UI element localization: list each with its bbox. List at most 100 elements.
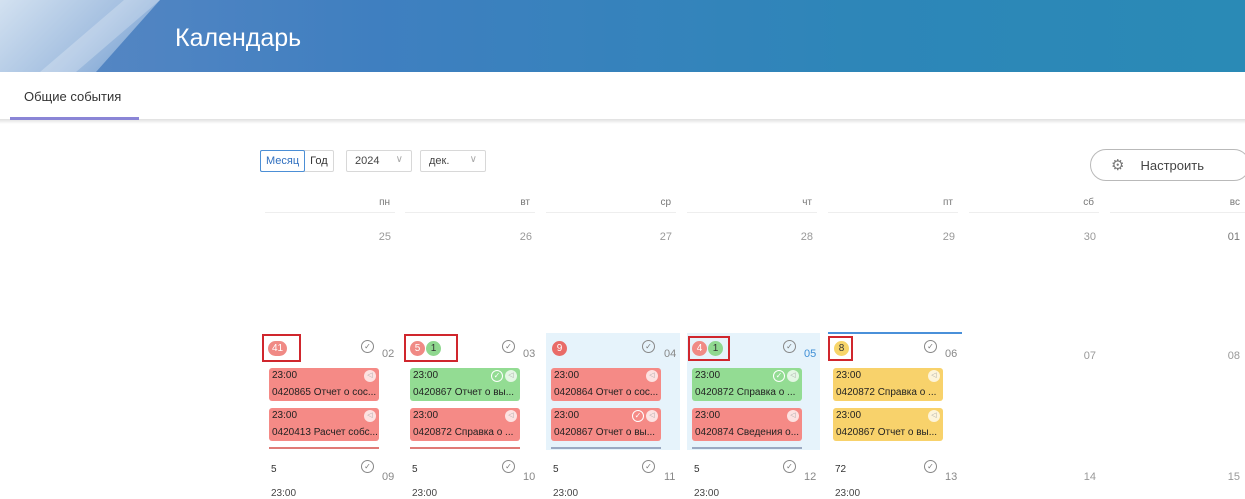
check-circle-icon[interactable]: ✓	[783, 340, 796, 353]
annotation-box	[688, 336, 730, 361]
event-time: 23:00	[272, 410, 298, 421]
event-time: 23:00	[413, 410, 439, 421]
speaker-icon: ◁	[787, 370, 799, 382]
year-value: 2024	[355, 155, 380, 167]
event-card[interactable]: 23:00 ✓ ◁ 0420872 Справка о ...	[692, 368, 802, 401]
event-time: 23:00	[836, 410, 862, 421]
view-switch: Месяц Год	[260, 150, 334, 172]
more-indicator	[551, 447, 661, 449]
event-time: 23:00	[695, 410, 721, 421]
speaker-icon: ◁	[928, 370, 940, 382]
week-selection-bar	[828, 332, 962, 334]
day-number[interactable]: 27	[546, 231, 672, 243]
day-number[interactable]: 25	[265, 231, 391, 243]
weekday-wed: ср	[546, 197, 676, 213]
tab-common-events[interactable]: Общие события	[10, 89, 139, 120]
event-card[interactable]: 23:00 ◁ 0420872 Справка о ...	[833, 368, 943, 401]
more-indicator	[410, 447, 520, 449]
weekday-mon: пн	[265, 197, 395, 213]
speaker-icon: ◁	[364, 370, 376, 382]
event-count: 5	[412, 464, 418, 475]
day-number[interactable]: 10	[523, 471, 535, 483]
speaker-icon: ◁	[928, 410, 940, 422]
event-card[interactable]: 23:00 ✓ ◁ 0420867 Отчет о вы...	[410, 368, 520, 401]
day-number[interactable]: 02	[382, 348, 394, 360]
check-circle-icon[interactable]: ✓	[642, 460, 655, 473]
day-number[interactable]: 14	[969, 471, 1096, 483]
annotation-box	[828, 336, 853, 361]
gear-icon: ⚙	[1111, 157, 1125, 174]
check-circle-icon[interactable]: ✓	[642, 340, 655, 353]
event-time: 23:00	[554, 370, 580, 381]
event-time: 23:00	[553, 488, 579, 499]
day-number[interactable]: 04	[664, 348, 676, 360]
chevron-down-icon: ∨	[469, 154, 477, 165]
event-title: 0420874 Сведения о...	[692, 424, 802, 441]
day-number[interactable]: 28	[687, 231, 813, 243]
year-select[interactable]: 2024 ∨	[346, 150, 412, 172]
event-time: 23:00	[554, 410, 580, 421]
check-circle-icon[interactable]: ✓	[783, 460, 796, 473]
day-number[interactable]: 26	[405, 231, 532, 243]
check-circle-icon[interactable]: ✓	[502, 340, 515, 353]
event-title: 0420872 Справка о ...	[692, 384, 802, 401]
event-card[interactable]: 23:00 ◁ 0420874 Сведения о...	[692, 408, 802, 441]
event-time: 23:00	[413, 370, 439, 381]
event-title: 0420413 Расчет собс...	[269, 424, 379, 441]
page-title: Календарь	[175, 24, 302, 52]
event-card[interactable]: 23:00 ◁ 0420867 Отчет о вы...	[833, 408, 943, 441]
day-number[interactable]: 15	[1110, 471, 1240, 483]
day-number[interactable]: 29	[828, 231, 955, 243]
day-number[interactable]: 08	[1110, 350, 1240, 362]
speaker-icon: ◁	[364, 410, 376, 422]
check-circle-icon[interactable]: ✓	[924, 460, 937, 473]
chevron-down-icon: ∨	[395, 154, 403, 165]
event-card[interactable]: 23:00 ◁ 0420865 Отчет о сос...	[269, 368, 379, 401]
day-number[interactable]: 01	[1110, 231, 1240, 243]
app-header: Календарь	[0, 0, 1245, 72]
event-card[interactable]: 23:00 ✓ ◁ 0420867 Отчет о вы...	[551, 408, 661, 441]
annotation-box	[262, 334, 301, 362]
event-card[interactable]: 23:00 ◁ 0420864 Отчет о сос...	[551, 368, 661, 401]
check-circle-icon[interactable]: ✓	[502, 460, 515, 473]
event-title: 0420867 Отчет о вы...	[410, 384, 520, 401]
check-circle-icon: ✓	[773, 370, 785, 382]
day-number[interactable]: 11	[664, 471, 675, 483]
event-card[interactable]: 23:00 ◁ 0420872 Справка о ...	[410, 408, 520, 441]
weekday-sat: сб	[969, 197, 1099, 213]
event-time: 23:00	[695, 370, 721, 381]
event-count: 72	[835, 464, 847, 475]
event-time: 23:00	[272, 370, 298, 381]
day-number[interactable]: 30	[969, 231, 1096, 243]
annotation-box	[404, 334, 458, 362]
configure-button[interactable]: ⚙ Настроить	[1090, 149, 1245, 181]
overdue-count-badge: 9	[552, 341, 567, 356]
speaker-icon: ◁	[787, 410, 799, 422]
day-number[interactable]: 06	[945, 348, 957, 360]
check-circle-icon: ✓	[632, 410, 644, 422]
speaker-icon: ◁	[646, 410, 658, 422]
event-count: 5	[271, 464, 277, 475]
day-number[interactable]: 07	[969, 350, 1096, 362]
day-number[interactable]: 09	[382, 471, 394, 483]
weekday-sun: вс	[1110, 197, 1245, 213]
day-number[interactable]: 12	[804, 471, 816, 483]
event-card[interactable]: 23:00 ◁ 0420413 Расчет собс...	[269, 408, 379, 441]
configure-label: Настроить	[1140, 157, 1204, 173]
day-number[interactable]: 13	[945, 471, 957, 483]
month-select[interactable]: дек. ∨	[420, 150, 486, 172]
speaker-icon: ◁	[505, 410, 517, 422]
more-indicator	[692, 447, 802, 449]
check-circle-icon[interactable]: ✓	[361, 460, 374, 473]
weekday-thu: чт	[687, 197, 817, 213]
weekday-fri: пт	[828, 197, 958, 213]
event-time: 23:00	[835, 488, 861, 499]
event-count: 5	[694, 464, 700, 475]
day-number[interactable]: 03	[523, 348, 535, 360]
check-circle-icon[interactable]: ✓	[361, 340, 374, 353]
day-number[interactable]: 05	[804, 348, 816, 360]
speaker-icon: ◁	[505, 370, 517, 382]
view-month-button[interactable]: Месяц	[260, 150, 306, 172]
check-circle-icon[interactable]: ✓	[924, 340, 937, 353]
view-year-button[interactable]: Год	[305, 151, 333, 171]
